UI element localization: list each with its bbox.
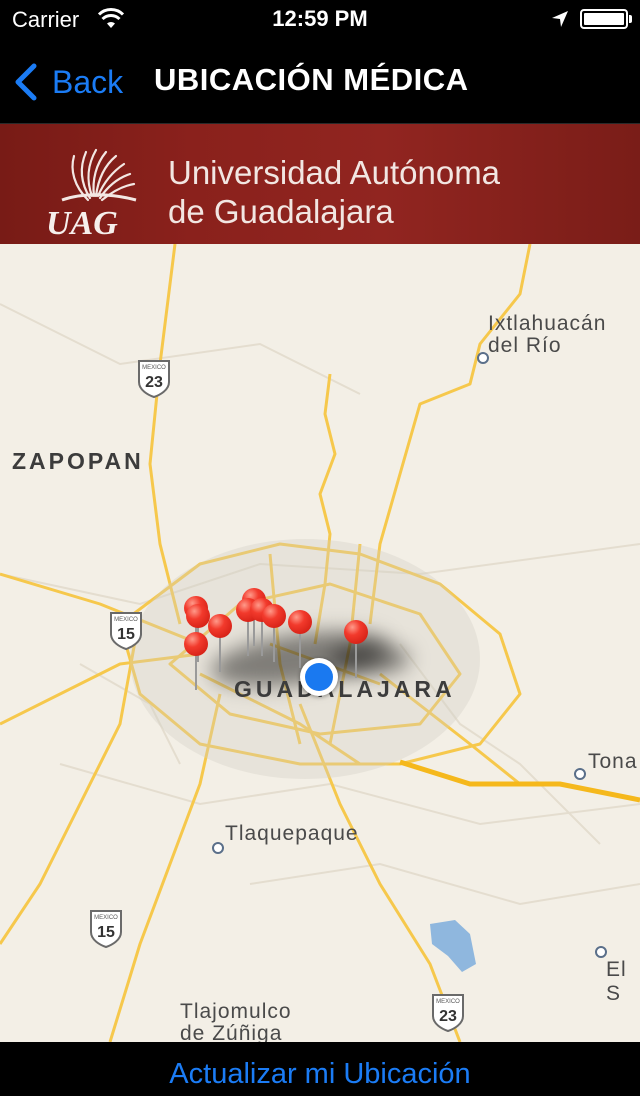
town-dot — [574, 768, 586, 780]
doctor-location-pin[interactable] — [344, 620, 368, 680]
pin-shadow — [330, 644, 410, 674]
highway-shield-23: MEXICO 23 — [432, 994, 464, 1032]
doctor-location-pin[interactable] — [184, 632, 208, 692]
update-location-button[interactable]: Actualizar mi Ubicación — [169, 1058, 470, 1091]
svg-text:15: 15 — [97, 924, 115, 941]
user-location-dot[interactable] — [300, 658, 338, 696]
status-time: 12:59 PM — [272, 6, 368, 31]
doctor-location-pin[interactable] — [208, 614, 232, 674]
uag-logo: UAG — [46, 148, 137, 238]
map-label-el-salto: El S — [606, 958, 627, 1005]
svg-text:MEXICO: MEXICO — [114, 617, 138, 623]
battery-icon — [580, 9, 628, 29]
map-label-tonala: Tona — [588, 750, 638, 773]
map-label-tlaquepaque: Tlaquepaque — [225, 822, 359, 845]
svg-text:15: 15 — [117, 626, 135, 643]
map-label-ixtlahuacan: Ixtlahuacán — [488, 312, 607, 335]
map-view[interactable]: Ixtlahuacán del Río ZAPOPAN Tona Tlaquep… — [0, 244, 640, 1042]
svg-text:23: 23 — [439, 1008, 457, 1025]
map-label-zapopan: ZAPOPAN — [12, 448, 144, 474]
location-arrow-icon — [552, 11, 568, 27]
map-label-guadalajara: GUADALAJARA — [234, 676, 456, 702]
bottom-toolbar: Actualizar mi Ubicación — [0, 1042, 640, 1096]
map-label-tlajomulco: Tlajomulco — [180, 1000, 292, 1023]
university-banner: UAG Universidad Autónoma de Guadalajara — [0, 124, 640, 244]
status-bar: Carrier 12:59 PM — [0, 0, 640, 40]
highway-shield-15: MEXICO 15 — [90, 910, 122, 948]
navigation-bar: Back UBICACIÓN MÉDICA — [0, 40, 640, 124]
svg-text:MEXICO: MEXICO — [94, 915, 118, 921]
map-label-ixtlahuacan-2: del Río — [488, 334, 562, 357]
svg-text:UAG: UAG — [46, 205, 118, 238]
doctor-location-pin[interactable] — [262, 604, 286, 664]
svg-text:MEXICO: MEXICO — [436, 999, 460, 1005]
university-name-line1: Universidad Autónoma — [168, 154, 501, 191]
university-name-line2: de Guadalajara — [168, 193, 394, 230]
battery-tip — [629, 15, 632, 23]
svg-text:23: 23 — [145, 374, 163, 391]
page-title: UBICACIÓN MÉDICA — [154, 62, 469, 97]
highway-shield-23: MEXICO 23 — [138, 360, 170, 398]
town-dot — [477, 352, 489, 364]
chevron-left-icon — [15, 63, 37, 101]
back-label: Back — [52, 63, 124, 100]
map-label-tlajomulco-2: de Zúñiga — [180, 1022, 283, 1042]
town-dot — [595, 946, 607, 958]
svg-text:MEXICO: MEXICO — [142, 365, 166, 371]
back-button[interactable]: Back — [12, 60, 123, 104]
highway-shield-15: MEXICO 15 — [110, 612, 142, 650]
town-dot — [212, 842, 224, 854]
